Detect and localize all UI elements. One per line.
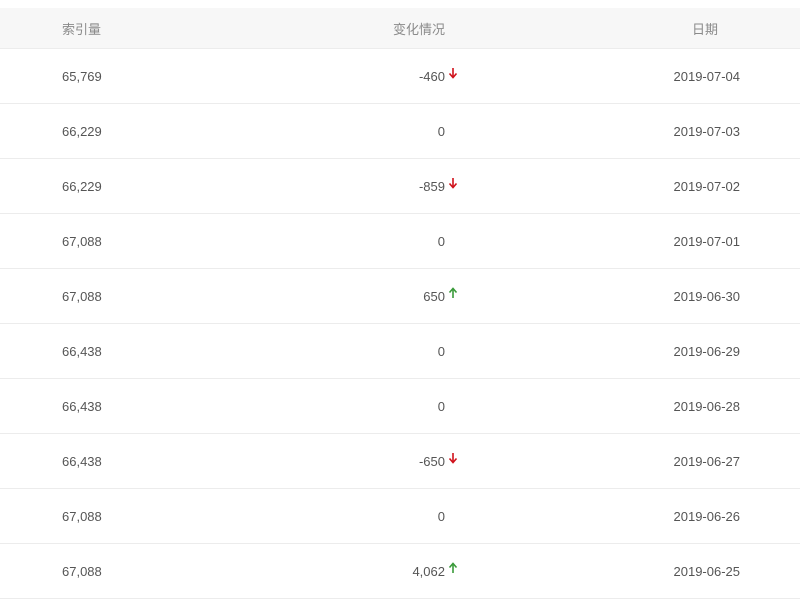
- table-body: 65,769 -460 2019-07-04 66,229 0 2019-07-…: [0, 49, 800, 599]
- table-row: 67,088 650 2019-06-30: [0, 269, 800, 324]
- change-value: 0: [437, 398, 445, 414]
- cell-index-volume: 66,438: [62, 453, 102, 469]
- table-row: 66,438 -650 2019-06-27: [0, 434, 800, 489]
- cell-change: 0: [200, 124, 445, 139]
- cell-change: 650: [200, 287, 458, 304]
- arrow-up-icon: [448, 562, 458, 576]
- cell-date: 2019-06-26: [673, 508, 741, 524]
- change-value: 4,062: [412, 563, 445, 579]
- change-value: -859: [418, 178, 445, 194]
- header-date: 日期: [691, 21, 718, 37]
- index-volume-table: 索引量 变化情况 日期 65,769 -460 2019-07-04 66,22…: [0, 0, 800, 603]
- change-value: 650: [423, 288, 445, 304]
- table-row: 65,769 -460 2019-07-04: [0, 49, 800, 104]
- change-value: -460: [418, 68, 445, 84]
- change-value: 0: [437, 508, 445, 524]
- cell-change: 0: [200, 509, 445, 524]
- cell-change: 0: [200, 344, 445, 359]
- cell-date: 2019-06-28: [673, 398, 741, 414]
- change-value: 0: [437, 123, 445, 139]
- header-change: 变化情况: [392, 21, 445, 37]
- table-row: 67,088 0 2019-06-26: [0, 489, 800, 544]
- cell-change: -460: [200, 68, 458, 84]
- cell-change: -859: [200, 178, 458, 194]
- cell-index-volume: 66,229: [62, 123, 102, 139]
- cell-date: 2019-06-25: [673, 563, 741, 579]
- cell-date: 2019-07-04: [673, 68, 741, 84]
- cell-date: 2019-06-29: [673, 343, 741, 359]
- table-header: 索引量 变化情况 日期: [0, 8, 800, 49]
- header-index-volume: 索引量: [62, 21, 102, 37]
- cell-change: 0: [200, 234, 445, 249]
- cell-date: 2019-07-03: [673, 123, 741, 139]
- cell-index-volume: 65,769: [62, 68, 102, 84]
- cell-index-volume: 67,088: [62, 233, 102, 249]
- change-value: 0: [437, 343, 445, 359]
- table-row: 66,229 -859 2019-07-02: [0, 159, 800, 214]
- cell-date: 2019-06-30: [673, 288, 741, 304]
- arrow-up-icon: [448, 287, 458, 301]
- cell-index-volume: 67,088: [62, 563, 102, 579]
- arrow-down-icon: [448, 452, 458, 466]
- table-row: 67,088 0 2019-07-01: [0, 214, 800, 269]
- cell-change: 4,062: [200, 562, 458, 579]
- change-value: -650: [418, 453, 445, 469]
- cell-date: 2019-07-02: [673, 178, 741, 194]
- table-row: 66,229 0 2019-07-03: [0, 104, 800, 159]
- arrow-down-icon: [448, 177, 458, 191]
- table-row: 67,088 4,062 2019-06-25: [0, 544, 800, 599]
- cell-change: -650: [200, 453, 458, 469]
- cell-index-volume: 66,438: [62, 343, 102, 359]
- change-value: 0: [437, 233, 445, 249]
- cell-date: 2019-06-27: [673, 453, 741, 469]
- cell-index-volume: 66,229: [62, 178, 102, 194]
- cell-index-volume: 67,088: [62, 508, 102, 524]
- cell-index-volume: 67,088: [62, 288, 102, 304]
- cell-index-volume: 66,438: [62, 398, 102, 414]
- table-row: 66,438 0 2019-06-28: [0, 379, 800, 434]
- table-row: 66,438 0 2019-06-29: [0, 324, 800, 379]
- top-spacer: [0, 0, 800, 8]
- arrow-down-icon: [448, 67, 458, 81]
- cell-date: 2019-07-01: [673, 233, 741, 249]
- cell-change: 0: [200, 399, 445, 414]
